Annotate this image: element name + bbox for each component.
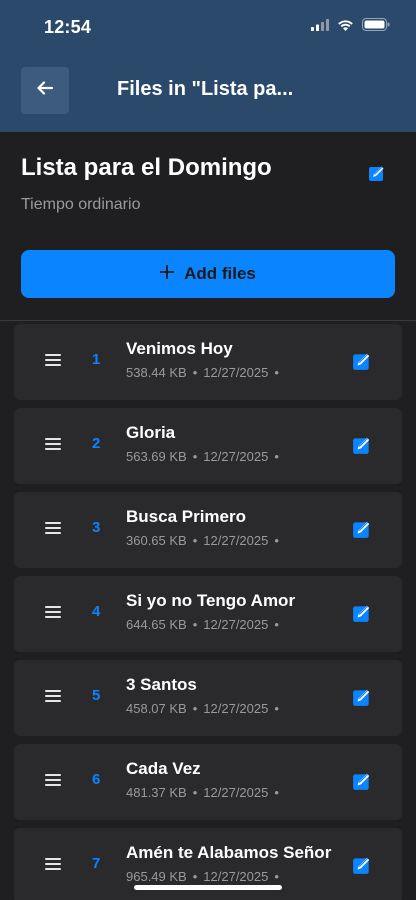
edit-icon (352, 353, 372, 375)
separator-dot: • (192, 869, 198, 884)
edit-file-button[interactable] (352, 603, 372, 623)
file-size: 563.69 KB (126, 449, 187, 464)
file-number: 3 (92, 519, 101, 536)
separator-dot: • (192, 701, 198, 716)
edit-file-button[interactable] (352, 435, 372, 455)
home-indicator[interactable] (134, 885, 282, 890)
wifi-icon (337, 18, 354, 36)
file-size: 360.65 KB (126, 533, 187, 548)
battery-icon (362, 18, 390, 36)
file-date: 12/27/2025 (203, 701, 269, 716)
add-files-button[interactable]: Add files (21, 250, 395, 298)
separator-dot: • (274, 617, 279, 632)
file-date: 12/27/2025 (203, 449, 269, 464)
separator-dot: • (274, 449, 279, 464)
file-date: 12/27/2025 (203, 365, 269, 380)
file-row[interactable]: 5 3 Santos 458.07 KB • 12/27/2025 • (14, 660, 402, 736)
add-files-label: Add files (184, 264, 256, 283)
file-number: 2 (92, 435, 101, 452)
file-name: Busca Primero (126, 507, 246, 526)
cellular-signal-icon (311, 18, 329, 36)
file-row[interactable]: 6 Cada Vez 481.37 KB • 12/27/2025 • (14, 744, 402, 820)
list-subtitle: Tiempo ordinario (21, 196, 141, 213)
drag-handle-icon[interactable] (45, 438, 61, 452)
drag-handle-icon[interactable] (45, 774, 61, 788)
file-name: 3 Santos (126, 675, 197, 694)
file-meta: 360.65 KB • 12/27/2025 • (126, 533, 285, 548)
edit-file-button[interactable] (352, 687, 372, 707)
edit-icon (352, 605, 372, 627)
divider (0, 320, 416, 321)
page-title: Files in "Lista pa... (117, 78, 294, 100)
status-bar: 12:54 (0, 0, 416, 56)
edit-icon (352, 521, 372, 543)
file-name: Cada Vez (126, 759, 201, 778)
file-meta: 965.49 KB • 12/27/2025 • (126, 869, 285, 884)
file-row[interactable]: 1 Venimos Hoy 538.44 KB • 12/27/2025 • (14, 324, 402, 400)
file-date: 12/27/2025 (203, 785, 269, 800)
file-row[interactable]: 3 Busca Primero 360.65 KB • 12/27/2025 • (14, 492, 402, 568)
drag-handle-icon[interactable] (45, 522, 61, 536)
status-time: 12:54 (44, 17, 92, 37)
file-row[interactable]: 2 Gloria 563.69 KB • 12/27/2025 • (14, 408, 402, 484)
file-meta: 563.69 KB • 12/27/2025 • (126, 449, 285, 464)
file-meta: 538.44 KB • 12/27/2025 • (126, 365, 285, 380)
edit-file-button[interactable] (352, 855, 372, 875)
header-bar: 12:54 Files in "Lista pa... (0, 0, 416, 132)
back-button[interactable] (21, 67, 69, 114)
arrow-left-icon (37, 81, 54, 100)
edit-file-button[interactable] (352, 519, 372, 539)
edit-icon (352, 437, 372, 459)
edit-icon (352, 857, 372, 879)
file-size: 481.37 KB (126, 785, 187, 800)
edit-icon (352, 773, 372, 795)
drag-handle-icon[interactable] (45, 354, 61, 368)
separator-dot: • (192, 785, 198, 800)
separator-dot: • (192, 449, 198, 464)
separator-dot: • (192, 533, 198, 548)
file-row[interactable]: 4 Si yo no Tengo Amor 644.65 KB • 12/27/2025… (14, 576, 402, 652)
file-size: 538.44 KB (126, 365, 187, 380)
separator-dot: • (192, 365, 198, 380)
separator-dot: • (274, 785, 279, 800)
file-number: 7 (92, 855, 101, 872)
separator-dot: • (274, 869, 279, 884)
separator-dot: • (274, 701, 279, 716)
file-date: 12/27/2025 (203, 533, 269, 548)
file-size: 458.07 KB (126, 701, 187, 716)
file-name: Gloria (126, 423, 176, 442)
file-date: 12/27/2025 (203, 869, 269, 884)
file-number: 5 (92, 687, 101, 704)
edit-file-button[interactable] (352, 771, 372, 791)
file-meta: 644.65 KB • 12/27/2025 • (126, 617, 285, 632)
drag-handle-icon[interactable] (45, 606, 61, 620)
file-size: 644.65 KB (126, 617, 187, 632)
list-title: Lista para el Domingo (21, 154, 272, 181)
edit-icon (352, 689, 372, 711)
drag-handle-icon[interactable] (45, 690, 61, 704)
edit-file-button[interactable] (352, 351, 372, 371)
separator-dot: • (192, 617, 198, 632)
file-meta: 458.07 KB • 12/27/2025 • (126, 701, 285, 716)
file-size: 965.49 KB (126, 869, 187, 884)
file-name: Amén te Alabamos Señor (126, 843, 332, 862)
file-number: 4 (92, 603, 101, 620)
plus-icon (159, 264, 175, 284)
separator-dot: • (274, 533, 279, 548)
status-icons (311, 18, 390, 36)
drag-handle-icon[interactable] (45, 858, 61, 872)
file-name: Si yo no Tengo Amor (126, 591, 296, 610)
separator-dot: • (274, 365, 279, 380)
file-number: 6 (92, 771, 101, 788)
edit-icon (368, 166, 386, 186)
file-meta: 481.37 KB • 12/27/2025 • (126, 785, 285, 800)
file-number: 1 (92, 351, 101, 368)
file-date: 12/27/2025 (203, 617, 269, 632)
edit-list-button[interactable] (368, 164, 386, 182)
file-name: Venimos Hoy (126, 339, 233, 358)
